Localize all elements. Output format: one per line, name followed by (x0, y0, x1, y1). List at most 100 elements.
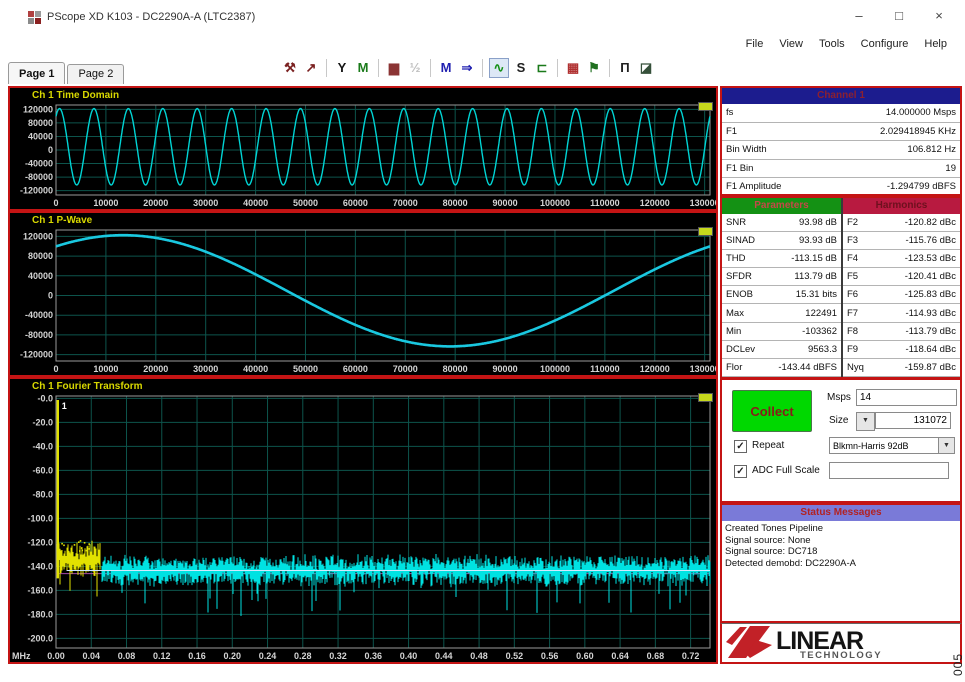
svg-text:120000: 120000 (640, 364, 670, 374)
adc-full-scale-label: ADC Full Scale (752, 465, 820, 476)
export-image-icon[interactable]: ◪ (637, 59, 655, 77)
parameter-row-label: SFDR (726, 271, 752, 283)
svg-text:0.52: 0.52 (506, 651, 524, 661)
pulse-icon[interactable]: Π (616, 59, 634, 77)
svg-text:30000: 30000 (193, 198, 218, 208)
harmonic-row-value: -120.82 dBc (904, 217, 956, 229)
svg-text:-200.0: -200.0 (27, 633, 53, 643)
repeat-checkbox[interactable]: ✓ (734, 440, 747, 453)
svg-text:-160.0: -160.0 (27, 585, 53, 595)
tab-page-1[interactable]: Page 1 (8, 62, 66, 84)
tab-page-2[interactable]: Page 2 (67, 64, 125, 84)
logo-line2: TECHNOLOGY (800, 650, 882, 660)
parameter-row-value: 15.31 bits (795, 289, 837, 301)
max-marker-icon[interactable]: ⇒ (458, 59, 476, 77)
svg-text:1: 1 (62, 401, 67, 411)
zoom-tools-icon[interactable]: ⚒ (281, 59, 299, 77)
harmonic-row: F3 -115.76 dBc (843, 232, 960, 251)
msps-input[interactable] (856, 389, 957, 406)
min-marker-icon[interactable]: M (437, 59, 455, 77)
p-wave-canvas[interactable]: 0 10000 20000 30000 40000 50000 60000 70000 8000… (10, 228, 716, 375)
page-tabs: Page 1 Page 2 (8, 60, 126, 84)
plot-title: Ch 1 Time Domain (32, 90, 120, 101)
svg-text:130000: 130000 (690, 198, 716, 208)
channel-stat-row: F1 Amplitude -1.294799 dBFS (722, 178, 960, 197)
channel-stat-row-label: fs (726, 107, 734, 119)
menu-item-tools[interactable]: Tools (819, 38, 845, 50)
svg-text:80000: 80000 (443, 198, 468, 208)
svg-text:10000: 10000 (93, 364, 118, 374)
svg-text:0.20: 0.20 (224, 651, 242, 661)
toolbar-separator (430, 59, 431, 77)
parameter-row: Flor -143.44 dBFS (722, 359, 841, 377)
close-button[interactable]: × (931, 8, 947, 23)
size-dropdown-button[interactable]: ▼ (856, 412, 875, 431)
plot-title: Ch 1 Fourier Transform (32, 381, 143, 392)
svg-text:20000: 20000 (143, 198, 168, 208)
harmonic-row-label: F8 (847, 325, 859, 337)
svg-text:130000: 130000 (690, 364, 716, 374)
svg-text:0: 0 (48, 145, 53, 155)
harmonic-row-label: F5 (847, 271, 859, 283)
half-scale-icon[interactable]: ½ (406, 59, 424, 77)
svg-text:120000: 120000 (23, 231, 53, 241)
time-domain-plot: Ch 1 Time Domain 0 10000 20000 30000 40000 50… (8, 86, 718, 211)
menu-item-file[interactable]: File (746, 38, 764, 50)
parameters-harmonics-panel: Parameters SNR 93.98 dB SINAD 93.93 dB THD -1… (720, 196, 962, 378)
flag-green-icon[interactable]: ⚑ (585, 59, 603, 77)
svg-text:40000: 40000 (243, 364, 268, 374)
bar-chart-icon[interactable]: ▆ (385, 59, 403, 77)
menu-item-view[interactable]: View (779, 38, 803, 50)
loop-icon[interactable]: S (512, 59, 530, 77)
signal-route-icon[interactable]: ∿ (489, 58, 509, 78)
msps-label: Msps (827, 392, 851, 403)
svg-text:110000: 110000 (590, 364, 620, 374)
parameter-row: Min -103362 (722, 323, 841, 341)
svg-text:-180.0: -180.0 (27, 609, 53, 619)
svg-text:-40.0: -40.0 (32, 441, 53, 451)
status-message-line: Detected demobd: DC2290A-A (725, 557, 856, 569)
parameter-row-value: 113.79 dB (794, 271, 837, 283)
channel-stat-row: F1 2.029418945 KHz (722, 123, 960, 141)
channel-stat-row-value: -1.294799 dBFS (886, 181, 956, 193)
window-func-icon[interactable]: ⊏ (533, 59, 551, 77)
harmonic-row: F7 -114.93 dBc (843, 304, 960, 323)
parameter-row: DCLev 9563.3 (722, 341, 841, 359)
maximize-button[interactable]: □ (891, 8, 907, 23)
svg-text:20000: 20000 (143, 364, 168, 374)
svg-text:-80.0: -80.0 (32, 489, 53, 499)
size-input[interactable] (875, 412, 951, 429)
svg-text:MHz: MHz (12, 651, 31, 661)
svg-text:0.00: 0.00 (47, 651, 65, 661)
svg-text:-140.0: -140.0 (27, 561, 53, 571)
adc-full-scale-input[interactable] (829, 462, 949, 479)
svg-text:80000: 80000 (443, 364, 468, 374)
window-function-select[interactable]: Blkmn-Harris 92dB ▼ (829, 437, 955, 454)
status-message-line: Signal source: DC718 (725, 546, 818, 557)
collect-button[interactable]: Collect (732, 390, 812, 432)
channel-stat-row: F1 Bin 19 (722, 160, 960, 178)
parameter-row-label: SNR (726, 217, 747, 229)
menu-item-configure[interactable]: Configure (861, 38, 909, 50)
channel-info-panel: Channel 1 fs 14.000000 Msps F1 2.029418945 … (720, 86, 962, 197)
svg-text:-60.0: -60.0 (32, 465, 53, 475)
cursor-tool-icon[interactable]: ↗ (302, 59, 320, 77)
channel-stat-row-value: 14.000000 Msps (885, 107, 956, 119)
flag-red-icon[interactable]: ▦ (564, 59, 582, 77)
parameter-row-value: 9563.3 (807, 343, 837, 355)
svg-text:40000: 40000 (28, 131, 53, 141)
filter-icon[interactable]: Y (333, 59, 351, 77)
time-domain-canvas[interactable]: 0 10000 20000 30000 40000 50000 60000 70000 8000… (10, 103, 716, 209)
svg-text:-40000: -40000 (25, 159, 53, 169)
adc-full-scale-checkbox[interactable]: ✓ (734, 465, 747, 478)
p-wave-plot: Ch 1 P-Wave 0 10000 20000 30000 40000 50000 60… (8, 211, 718, 377)
fourier-canvas[interactable]: 0.00 0.04 0.08 0.12 0.16 0.20 0.24 0.28 0.32 0.36… (10, 394, 716, 662)
parameter-row: ENOB 15.31 bits (722, 286, 841, 305)
svg-text:80000: 80000 (28, 118, 53, 128)
histogram-icon[interactable]: M (354, 59, 372, 77)
toolbar-separator (378, 59, 379, 77)
size-label: Size (829, 415, 849, 426)
parameter-row-label: Max (726, 307, 744, 319)
menu-item-help[interactable]: Help (924, 38, 947, 50)
minimize-button[interactable]: – (851, 8, 867, 23)
